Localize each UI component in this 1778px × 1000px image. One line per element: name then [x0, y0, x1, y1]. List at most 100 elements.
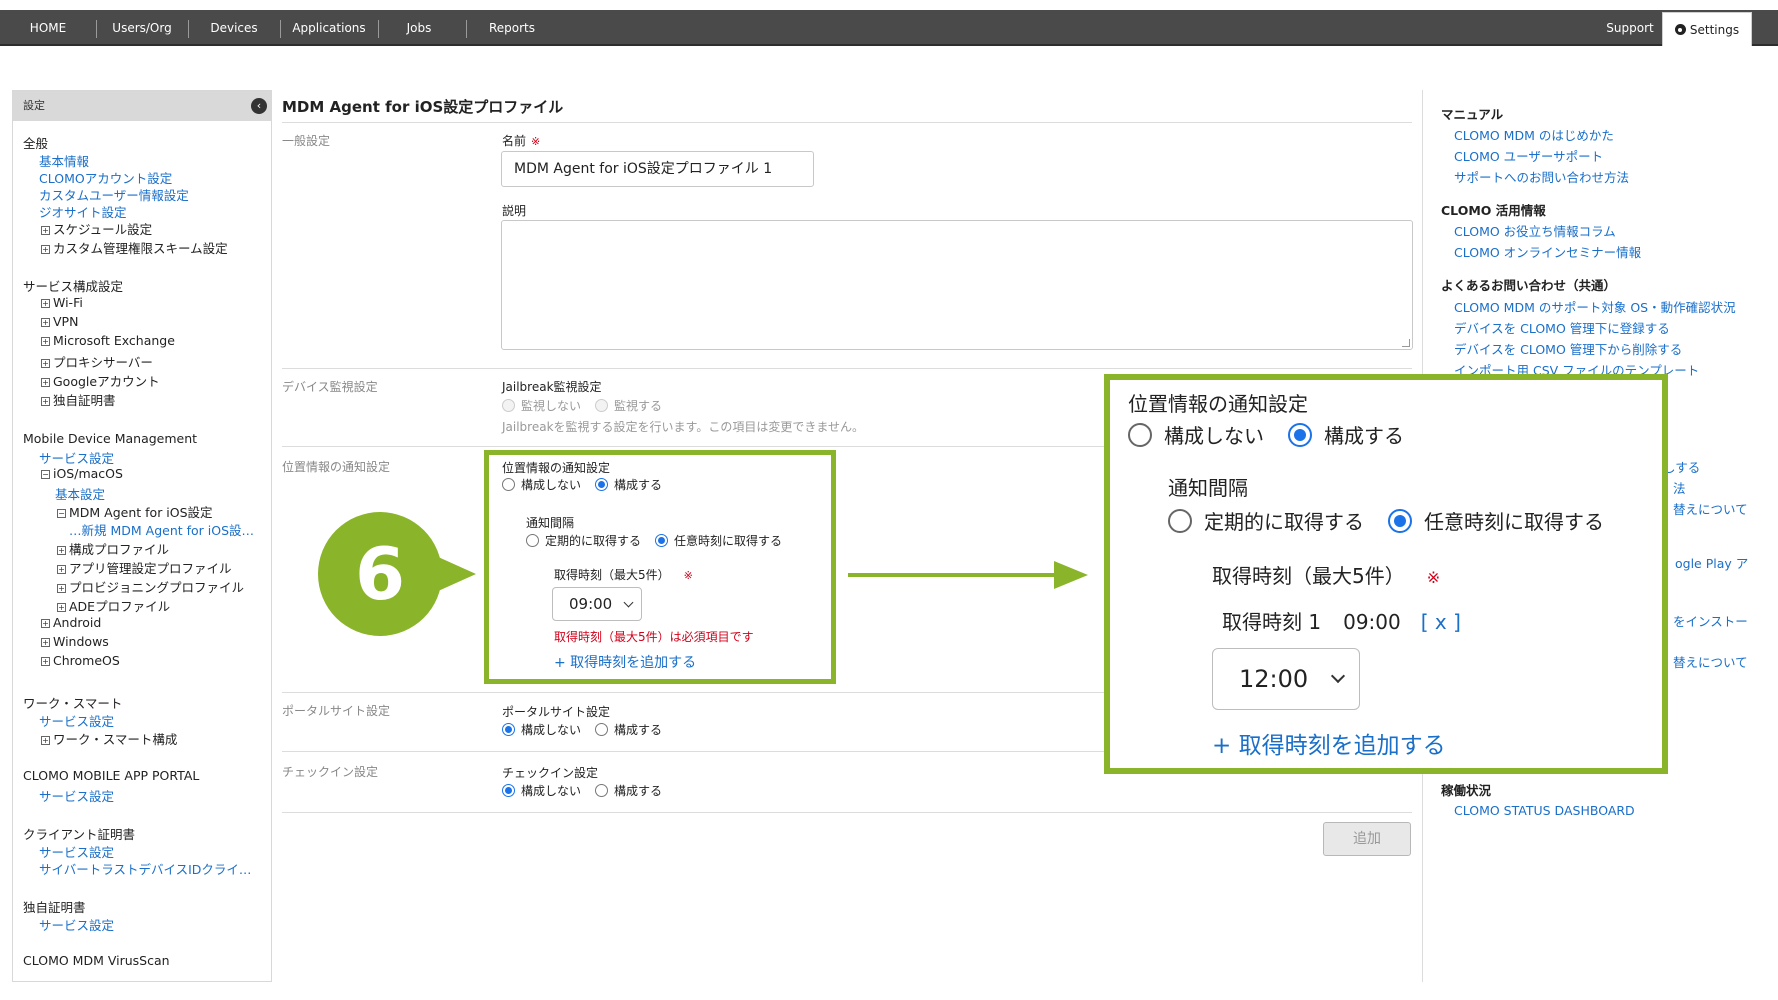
jailbreak-off-label: 監視しない	[521, 399, 582, 413]
zoom-remove-time-button[interactable]: [ x ]	[1421, 610, 1461, 634]
divider	[282, 368, 1412, 369]
expand-icon: +	[41, 359, 50, 368]
help-link-getting-started[interactable]: CLOMO MDM のはじめかた	[1454, 125, 1614, 144]
profile-name-input[interactable]: MDM Agent for iOS設定プロファイル 1	[501, 151, 814, 187]
link-new-mdm-agent[interactable]: …新規 MDM Agent for iOS設…	[69, 520, 254, 539]
tree-android[interactable]: + Android	[41, 615, 101, 630]
zoom-interval-any-radio[interactable]	[1388, 508, 1412, 533]
jailbreak-on-radio[interactable]	[595, 399, 609, 412]
zoom-add-fetch-time-link[interactable]: + 取得時刻を追加する	[1212, 726, 1446, 760]
portal-radio-group: 構成しない 構成する	[502, 721, 662, 738]
tree-ios-macos[interactable]: − iOS/macOS	[41, 466, 123, 481]
tree-app-mgmt-profile[interactable]: + アプリ管理設定プロファイル	[57, 558, 232, 577]
tree-own-cert[interactable]: + 独自証明書	[41, 390, 116, 409]
help-link-partial[interactable]: 替えについて	[1673, 499, 1748, 518]
tree-mdm-agent[interactable]: − MDM Agent for iOS設定	[57, 502, 213, 521]
nav-separator	[96, 20, 97, 38]
tree-ade-profile[interactable]: + ADEプロファイル	[57, 596, 170, 615]
nav-devices[interactable]: Devices	[192, 10, 276, 46]
tree-schedule[interactable]: + スケジュール設定	[41, 219, 152, 238]
link-own-cert-service-settings[interactable]: サービス設定	[39, 915, 114, 934]
group-client-cert-title: クライアント証明書	[23, 827, 136, 842]
tree-provisioning-profile[interactable]: + プロビジョニングプロファイル	[57, 577, 244, 596]
checkin-on-radio[interactable]	[595, 784, 609, 797]
tree-chromeos[interactable]: + ChromeOS	[41, 653, 120, 668]
zoom-interval-label: 通知間隔	[1168, 476, 1248, 500]
nav-applications[interactable]: Applications	[284, 10, 374, 46]
nav-jobs[interactable]: Jobs	[382, 10, 456, 46]
zoom-time-select[interactable]: 12:00	[1212, 648, 1360, 710]
nav-settings[interactable]: Settings	[1662, 12, 1752, 46]
help-link-partial[interactable]: しする	[1663, 457, 1700, 476]
tree-vpn[interactable]: + VPN	[41, 314, 78, 329]
help-link-seminar[interactable]: CLOMO オンラインセミナー情報	[1454, 242, 1641, 261]
help-link-partial[interactable]: ogle Play ア	[1675, 553, 1748, 572]
tree-own-cert-label: 独自証明書	[53, 393, 116, 408]
help-link-register-device[interactable]: デバイスを CLOMO 管理下に登録する	[1454, 318, 1670, 337]
collapse-left-icon[interactable]: ‹	[251, 98, 267, 114]
top-nav: HOME Users/Org Devices Applications Jobs…	[0, 10, 1778, 46]
help-link-status-dashboard[interactable]: CLOMO STATUS DASHBOARD	[1454, 803, 1635, 818]
help-link-column[interactable]: CLOMO お役立ち情報コラム	[1454, 221, 1616, 240]
portal-off-label: 構成しない	[521, 723, 582, 737]
expand-icon: +	[57, 546, 66, 555]
nav-reports[interactable]: Reports	[470, 10, 554, 46]
portal-label: ポータルサイト設定	[502, 705, 611, 719]
help-link-partial[interactable]: 替えについて	[1673, 652, 1748, 671]
link-portal-service-settings[interactable]: サービス設定	[39, 786, 114, 805]
gear-icon	[1674, 24, 1686, 35]
zoom-interval-periodic-radio[interactable]	[1168, 508, 1192, 533]
portal-off-radio[interactable]	[502, 723, 515, 736]
nav-home[interactable]: HOME	[18, 10, 78, 46]
nav-separator	[188, 20, 189, 38]
step-bubble-tail	[436, 556, 476, 592]
tree-google-account-label: Googleアカウント	[53, 374, 160, 389]
checkin-on-label: 構成する	[614, 784, 663, 798]
tree-config-profile[interactable]: + 構成プロファイル	[57, 539, 169, 558]
help-link-contact-support[interactable]: サポートへのお問い合わせ方法	[1454, 167, 1629, 186]
link-worksmart-service-settings[interactable]: サービス設定	[39, 711, 114, 730]
tree-exchange[interactable]: + Microsoft Exchange	[41, 333, 175, 348]
help-link-user-support[interactable]: CLOMO ユーザーサポート	[1454, 146, 1603, 165]
help-link-supported-os[interactable]: CLOMO MDM のサポート対象 OS・動作確認状況	[1454, 297, 1736, 316]
tree-worksmart-config[interactable]: + ワーク・スマート構成	[41, 729, 177, 748]
group-general-title: 全般	[23, 136, 49, 151]
link-ios-basic[interactable]: 基本設定	[55, 484, 105, 503]
jailbreak-off-radio[interactable]	[502, 399, 515, 412]
tree-worksmart-config-label: ワーク・スマート構成	[53, 732, 178, 747]
tree-windows[interactable]: + Windows	[41, 634, 109, 649]
zoom-location-off-radio[interactable]	[1128, 422, 1152, 447]
jailbreak-hint: Jailbreakを監視する設定を行います。この項目は変更できません。	[502, 420, 864, 434]
link-mdm-service-settings[interactable]: サービス設定	[39, 448, 114, 467]
checkin-off-radio[interactable]	[502, 784, 515, 797]
nav-users-org[interactable]: Users/Org	[100, 10, 184, 46]
expand-icon: +	[41, 226, 50, 235]
zoom-fetch-time-label-text: 取得時刻（最大5件）	[1212, 564, 1405, 588]
sidebar-header-title: 設定	[23, 99, 45, 112]
group-worksmart-title: ワーク・スマート	[23, 696, 123, 711]
jailbreak-radio-group: 監視しない 監視する	[502, 397, 662, 414]
tree-wifi[interactable]: + Wi-Fi	[41, 295, 83, 310]
zoom-callout: 位置情報の通知設定 構成しない 構成する 通知間隔 定期的に取得する 任意時刻に…	[1104, 374, 1668, 774]
description-textarea[interactable]	[501, 220, 1413, 350]
link-cybertrust-device-id[interactable]: サイバートラストデバイスIDクライ…	[39, 859, 251, 878]
nav-support[interactable]: Support	[1598, 10, 1662, 46]
checkin-off-label: 構成しない	[521, 784, 582, 798]
tree-google-account[interactable]: + Googleアカウント	[41, 371, 160, 390]
nav-settings-label: Settings	[1689, 23, 1740, 37]
tree-proxy[interactable]: + プロキシサーバー	[41, 352, 153, 371]
add-button[interactable]: 追加	[1323, 822, 1411, 856]
help-link-partial[interactable]: をインストー	[1673, 611, 1748, 630]
portal-on-radio[interactable]	[595, 723, 609, 736]
zoom-location-on-radio[interactable]	[1288, 422, 1312, 447]
help-link-remove-device[interactable]: デバイスを CLOMO 管理下から削除する	[1454, 339, 1682, 358]
collapse-icon: −	[41, 470, 50, 479]
section-checkin-label: チェックイン設定	[282, 765, 379, 779]
tree-schedule-label: スケジュール設定	[53, 222, 153, 237]
resize-handle-icon[interactable]	[1402, 339, 1410, 347]
tree-windows-label: Windows	[53, 634, 109, 649]
help-link-partial[interactable]: 法	[1673, 478, 1686, 497]
tree-custom-permission[interactable]: + カスタム管理権限スキーム設定	[41, 238, 228, 257]
step-number-badge: 6	[318, 512, 442, 636]
tree-ade-profile-label: ADEプロファイル	[69, 599, 171, 614]
